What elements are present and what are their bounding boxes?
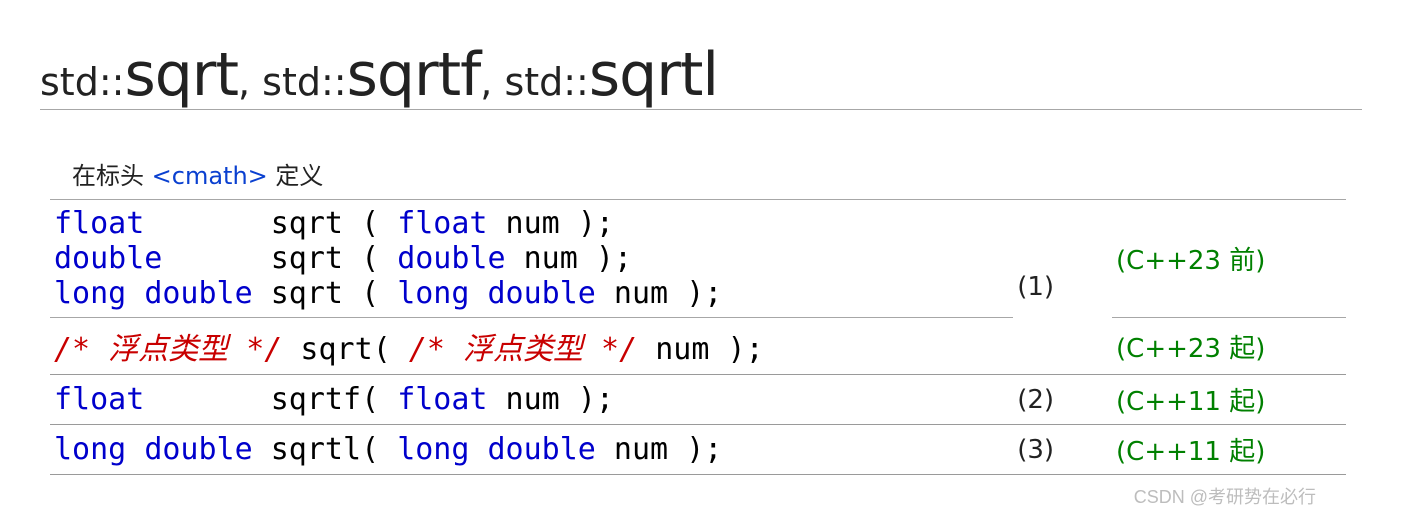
signature-code: long double sqrtl( long double num ); <box>50 425 1013 475</box>
version-note: (C++11 起) <box>1112 425 1346 475</box>
title-sep-1: , <box>238 60 262 104</box>
overload-number: (2) <box>1013 375 1112 425</box>
version-note: (C++23 起) <box>1112 318 1346 375</box>
table-row: float sqrtf( float num );(2)(C++11 起) <box>50 375 1346 425</box>
title-fn-3: sqrtl <box>589 40 718 110</box>
title-ns-1: std:: <box>40 60 124 104</box>
header-link[interactable]: <cmath> <box>152 162 268 190</box>
table-row: float sqrt ( float num ); double sqrt ( … <box>50 200 1346 318</box>
title-sep-2: , <box>480 60 504 104</box>
version-note: (C++23 前) <box>1112 200 1346 318</box>
signature-code: float sqrtf( float num ); <box>50 375 1013 425</box>
table-row: long double sqrtl( long double num );(3)… <box>50 425 1346 475</box>
title-fn-2: sqrtf <box>347 40 481 110</box>
signature-code: float sqrt ( float num ); double sqrt ( … <box>50 200 1013 318</box>
watermark: CSDN @考研势在必行 <box>40 483 1316 509</box>
version-note: (C++11 起) <box>1112 375 1346 425</box>
title-fn-1: sqrt <box>124 40 238 110</box>
signature-code: /* 浮点类型 */ sqrt( /* 浮点类型 */ num ); <box>50 318 1013 375</box>
page-title: std::sqrt, std::sqrtf, std::sqrtl <box>40 40 1362 110</box>
defined-in-header: 在标头 <cmath> 定义 <box>54 156 1342 191</box>
overload-number: (3) <box>1013 425 1112 475</box>
declaration-table: 在标头 <cmath> 定义 float sqrt ( float num ); … <box>50 150 1346 475</box>
title-ns-3: std:: <box>504 60 588 104</box>
overload-number: (1) <box>1013 200 1112 375</box>
table-row: /* 浮点类型 */ sqrt( /* 浮点类型 */ num ); (C++23… <box>50 318 1346 375</box>
title-ns-2: std:: <box>262 60 346 104</box>
